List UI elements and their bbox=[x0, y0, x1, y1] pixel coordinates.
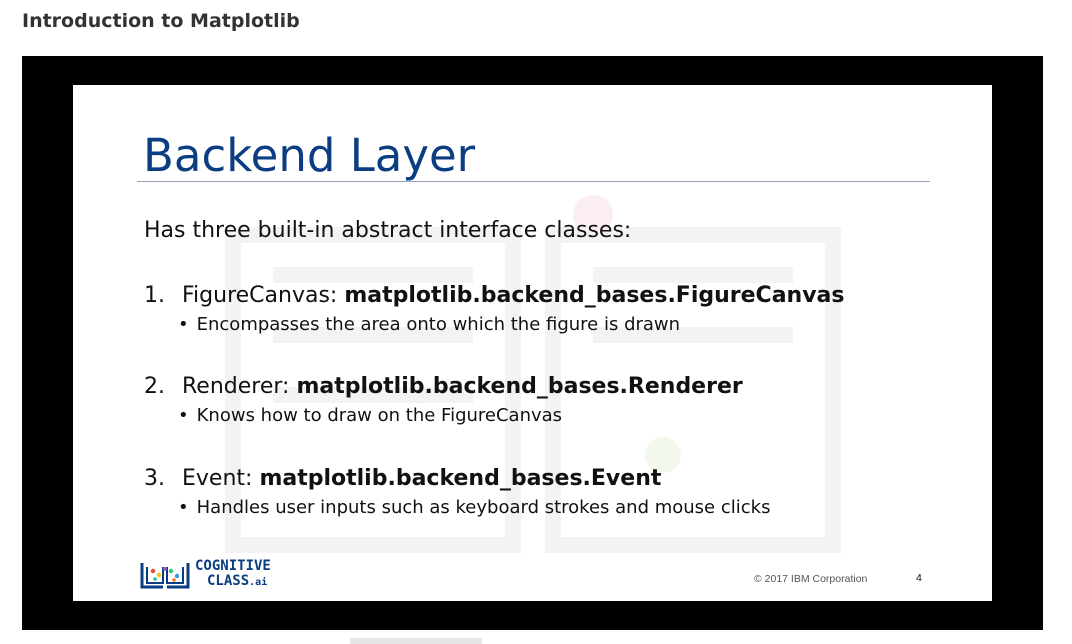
list-item: 1. FigureCanvas: matplotlib.backend_bases… bbox=[144, 283, 845, 335]
page-title: Introduction to Matplotlib bbox=[22, 10, 300, 32]
item-number: 2. bbox=[144, 374, 165, 399]
slide: Backend Layer Has three built-in abstrac… bbox=[73, 85, 992, 601]
list-item: 2. Renderer: matplotlib.backend_bases.Ren… bbox=[144, 374, 743, 426]
item-label: Event: bbox=[182, 466, 253, 491]
bullet-icon: • bbox=[178, 314, 189, 335]
slide-title: Backend Layer bbox=[143, 129, 476, 182]
cognitive-class-logo-icon bbox=[140, 563, 190, 589]
item-description: Knows how to draw on the FigureCanvas bbox=[196, 405, 563, 426]
title-divider bbox=[137, 181, 930, 182]
item-code: matplotlib.backend_bases.Renderer bbox=[296, 374, 743, 399]
logo-line2: CLASS bbox=[207, 573, 250, 589]
item-code: matplotlib.backend_bases.FigureCanvas bbox=[344, 283, 845, 308]
item-number: 3. bbox=[144, 466, 165, 491]
video-scrubber-tab[interactable] bbox=[350, 638, 482, 644]
item-description: Handles user inputs such as keyboard str… bbox=[196, 497, 771, 518]
bullet-icon: • bbox=[178, 405, 189, 426]
bullet-icon: • bbox=[178, 497, 189, 518]
item-code: matplotlib.backend_bases.Event bbox=[259, 466, 662, 491]
logo-line1: COGNITIVE bbox=[195, 558, 271, 574]
list-item: 3. Event: matplotlib.backend_bases.Event … bbox=[144, 466, 770, 518]
item-number: 1. bbox=[144, 283, 165, 308]
video-player[interactable]: Backend Layer Has three built-in abstrac… bbox=[22, 56, 1043, 630]
item-label: FigureCanvas: bbox=[182, 283, 338, 308]
item-description: Encompasses the area onto which the figu… bbox=[196, 314, 681, 335]
slide-intro: Has three built-in abstract interface cl… bbox=[144, 218, 632, 243]
copyright-text: © 2017 IBM Corporation bbox=[754, 573, 868, 585]
item-label: Renderer: bbox=[182, 374, 290, 399]
logo-text: COGNITIVE CLASS.ai bbox=[195, 559, 271, 590]
logo-suffix: .ai bbox=[249, 577, 268, 588]
slide-page-number: 4 bbox=[916, 572, 922, 584]
cognitive-class-logo: COGNITIVE CLASS.ai bbox=[139, 559, 289, 593]
